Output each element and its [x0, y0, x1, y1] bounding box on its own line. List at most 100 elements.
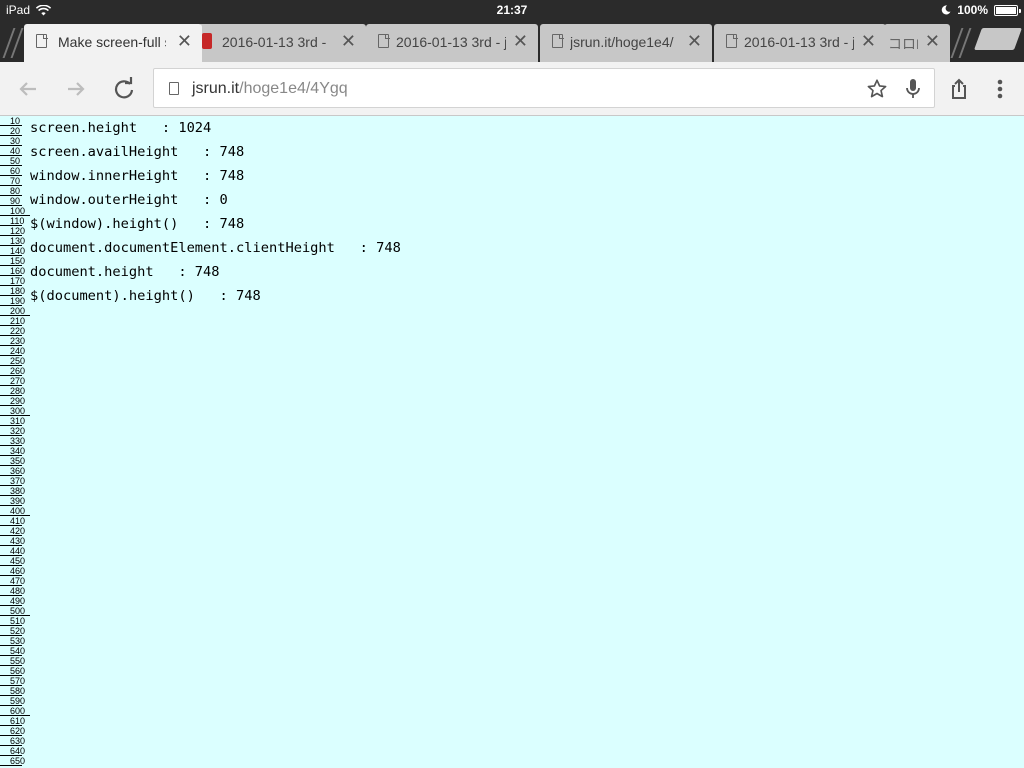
ruler-label: 140 [10, 246, 26, 256]
readout-line: screen.availHeight : 748 [30, 144, 245, 160]
share-button[interactable] [945, 75, 973, 103]
tab-title: 2016-01-13 3rd - j [744, 34, 854, 50]
ruler-tick: 310 [0, 416, 26, 426]
tab-coro[interactable]: コロR ✕ [884, 24, 950, 62]
ruler-tick: 470 [0, 576, 26, 586]
url-text[interactable]: jsrun.it/hoge1e4/4Ygq [192, 80, 348, 98]
ruler-tick: 610 [0, 716, 25, 726]
back-arrow-icon [19, 82, 36, 96]
ruler-label: 20 [10, 126, 21, 136]
tab-title: Make screen-full s [58, 34, 166, 50]
menu-button[interactable] [986, 75, 1014, 103]
url-path: /hoge1e4/4Ygq [239, 80, 348, 97]
ruler-label: 30 [10, 136, 21, 146]
ruler-label: 90 [10, 196, 21, 206]
share-icon [952, 78, 966, 99]
tab-2016-01-13-b[interactable]: 2016-01-13 3rd - j ✕ [366, 24, 538, 62]
ruler-label: 540 [10, 646, 26, 656]
ruler-tick: 410 [0, 516, 25, 526]
ruler-tick: 250 [0, 356, 25, 366]
ruler-label: 480 [10, 586, 26, 596]
battery-icon [994, 4, 1021, 16]
ruler-tick: 80 [0, 186, 22, 196]
close-tab-icon[interactable]: ✕ [513, 31, 528, 51]
ruler-label: 440 [10, 546, 26, 556]
ruler-tick: 450 [0, 556, 25, 566]
ruler-tick: 60 [0, 166, 22, 176]
ruler-label: 210 [10, 316, 26, 326]
web-page-content[interactable]: 10 20 30 40 50 60 70 80 90 100 110 120 130 140 150 160 1… [0, 116, 1024, 768]
ruler-tick: 430 [0, 536, 26, 546]
tab-title: コロR [888, 36, 918, 52]
ruler-tick: 560 [0, 666, 26, 676]
moon-icon [942, 5, 951, 15]
device-name: iPad [6, 3, 31, 17]
address-bar[interactable]: jsrun.it/hoge1e4/4Ygq [153, 68, 935, 108]
ruler-tick: 340 [0, 446, 25, 456]
ruler-label: 300 [10, 406, 26, 416]
ruler-label: 550 [10, 656, 26, 666]
back-button[interactable] [14, 75, 42, 103]
ruler-label: 310 [10, 416, 26, 426]
ruler-label: 190 [10, 296, 26, 306]
ruler-tick: 390 [0, 496, 26, 506]
tab-2016-01-13-a[interactable]: 2016-01-13 3rd - j ✕ [198, 24, 366, 62]
reload-button[interactable] [110, 75, 138, 103]
close-tab-icon[interactable]: ✕ [687, 31, 702, 51]
ruler-label: 50 [10, 156, 21, 166]
close-tab-icon[interactable]: ✕ [177, 31, 192, 51]
ruler-label: 490 [10, 596, 26, 606]
ruler-tick: 490 [0, 596, 26, 606]
ruler-label: 400 [10, 506, 26, 516]
ruler-label: 370 [10, 476, 26, 486]
tab-title: 2016-01-13 3rd - j [396, 34, 506, 50]
ruler-label: 60 [10, 166, 21, 176]
readout-line: screen.height : 1024 [30, 120, 212, 136]
ruler-tick: 220 [0, 326, 25, 336]
ruler-tick: 640 [0, 746, 25, 756]
ruler-label: 460 [10, 566, 26, 576]
microphone-icon[interactable] [904, 78, 922, 100]
tab-jsrun-hoge1e4[interactable]: jsrun.it/hoge1e4/ ✕ [540, 24, 712, 62]
ruler-tick: 440 [0, 546, 26, 556]
ruler-tick: 20 [0, 126, 22, 136]
ruler-label: 470 [10, 576, 26, 586]
ruler-tick: 230 [0, 336, 25, 346]
ruler-tick: 480 [0, 586, 26, 596]
ruler-label: 320 [10, 426, 26, 436]
reload-icon [114, 77, 134, 99]
ruler-label: 630 [10, 736, 26, 746]
battery-percent: 100% [957, 3, 988, 17]
ruler-label: 260 [10, 366, 26, 376]
ruler-label: 40 [10, 146, 21, 156]
ruler-label: 430 [10, 536, 26, 546]
ruler-label: 510 [10, 616, 26, 626]
readout-line: document.height : 748 [30, 264, 220, 280]
ruler-tick: 160 [0, 266, 26, 276]
ruler-label: 650 [10, 756, 26, 766]
page-info-icon[interactable] [169, 82, 179, 95]
ruler-label: 570 [10, 676, 26, 686]
tab-2016-01-13-c[interactable]: 2016-01-13 3rd - j ✕ [714, 24, 886, 62]
close-tab-icon[interactable]: ✕ [925, 31, 940, 51]
close-tab-icon[interactable]: ✕ [341, 31, 356, 51]
ruler-label: 390 [10, 496, 26, 506]
ruler-label: 560 [10, 666, 26, 676]
ruler-label: 110 [10, 216, 25, 226]
ruler-label: 380 [10, 486, 26, 496]
ruler-label: 200 [10, 306, 26, 316]
close-tab-icon[interactable]: ✕ [861, 31, 876, 51]
ruler-tick: 360 [0, 466, 26, 476]
new-tab-button[interactable] [973, 28, 1023, 50]
ruler-label: 350 [10, 456, 26, 466]
ruler-tick: 280 [0, 386, 25, 396]
ruler-label: 180 [10, 286, 26, 296]
star-icon[interactable] [866, 78, 888, 100]
forward-button[interactable] [62, 75, 90, 103]
tab-make-screen-full[interactable]: Make screen-full s ✕ [24, 24, 202, 62]
ruler-tick: 200 [0, 306, 30, 316]
ruler-tick: 90 [0, 196, 22, 206]
ruler-label: 360 [10, 466, 26, 476]
ruler-label: 160 [10, 266, 26, 276]
ruler-tick: 550 [0, 656, 26, 666]
